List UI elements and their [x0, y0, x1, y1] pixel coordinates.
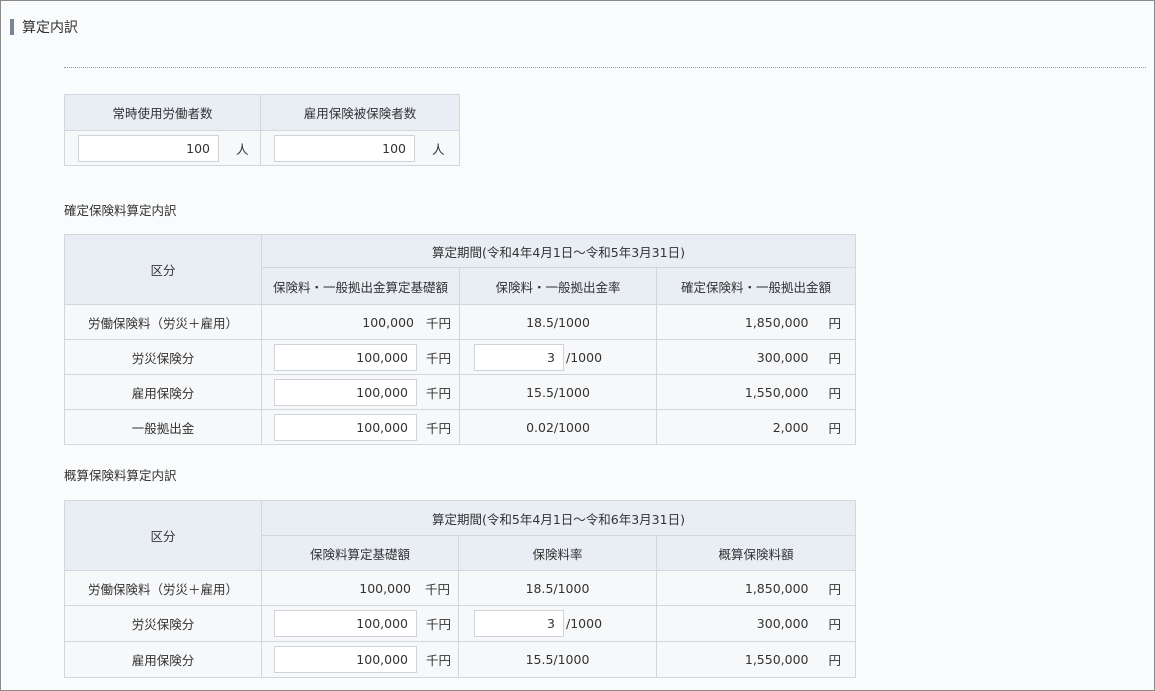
section-title: 算定内訳: [10, 18, 78, 36]
insured-workers-input[interactable]: 100: [274, 134, 415, 162]
row-label: 一般拠出金: [64, 409, 262, 445]
base-cell: 100,000 千円: [261, 409, 460, 445]
rate-suffix: /1000: [566, 616, 603, 631]
estimated-period-header: 算定期間(令和5年4月1日～令和6年3月31日): [260, 500, 857, 536]
workers-col1-cell: 100 人: [64, 130, 261, 166]
table-row: 一般拠出金 100,000 千円 0.02/1000 2,000 円: [64, 409, 857, 445]
row-label: 労働保険料（労災＋雇用）: [64, 570, 262, 606]
table-row: 労災保険分 100,000 千円 3 /1000 300,000 円: [64, 605, 857, 642]
amount-cell: 1,850,000 円: [655, 570, 857, 606]
workers-unit: 人: [432, 141, 445, 157]
regular-workers-input[interactable]: 100: [78, 134, 219, 162]
rate-value: 0.02/1000: [459, 409, 657, 445]
page-frame: 算定内訳 常時使用労働者数 雇用保険被保険者数 100 人 100 人 確定保険…: [0, 0, 1155, 691]
rate-cell: 3 /1000: [458, 605, 657, 642]
rate-value: 18.5/1000: [458, 570, 657, 606]
estimated-kubun-header: 区分: [64, 500, 262, 571]
amount-unit: 円: [828, 350, 842, 366]
base-input[interactable]: 100,000: [274, 610, 417, 637]
base-unit: 千円: [424, 581, 450, 597]
amount-unit: 円: [828, 315, 842, 331]
rate-input[interactable]: 3: [474, 343, 564, 371]
base-unit: 千円: [426, 653, 452, 668]
table-row: 労働保険料（労災＋雇用） 100,000 千円 18.5/1000 1,850,…: [64, 570, 857, 606]
base-cell: 100,000 千円: [261, 304, 460, 340]
table-row: 雇用保険分 100,000 千円 15.5/1000 1,550,000 円: [64, 641, 857, 678]
row-label: 雇用保険分: [64, 374, 262, 410]
base-unit: 千円: [426, 617, 452, 632]
estimated-amount-header: 概算保険料額: [655, 535, 857, 571]
rate-input[interactable]: 3: [474, 610, 564, 637]
confirmed-kubun-header: 区分: [64, 234, 262, 305]
confirmed-period-header: 算定期間(令和4年4月1日～令和5年3月31日): [260, 234, 857, 268]
workers-col2-cell: 100 人: [260, 130, 460, 166]
estimated-title: 概算保険料算定内訳: [64, 468, 177, 483]
rate-value: 15.5/1000: [459, 374, 657, 410]
amount-value: 1,550,000: [744, 652, 809, 667]
amount-value: 1,850,000: [744, 580, 809, 596]
rate-suffix: /1000: [566, 349, 603, 365]
base-cell: 100,000 千円: [261, 605, 459, 642]
base-unit: 千円: [425, 315, 451, 331]
base-cell: 100,000 千円: [261, 641, 459, 678]
amount-value: 300,000: [756, 349, 809, 365]
base-cell: 100,000 千円: [261, 374, 460, 410]
confirmed-title: 確定保険料算定内訳: [64, 203, 177, 218]
rate-value: 15.5/1000: [458, 641, 657, 678]
amount-unit: 円: [828, 420, 842, 436]
workers-col1-header: 常時使用労働者数: [64, 94, 261, 131]
amount-unit: 円: [828, 581, 842, 597]
base-input[interactable]: 100,000: [274, 646, 417, 673]
table-row: 労働保険料（労災＋雇用） 100,000 千円 18.5/1000 1,850,…: [64, 304, 857, 340]
rate-cell: 3 /1000: [459, 339, 657, 375]
amount-unit: 円: [828, 617, 842, 632]
base-value: 100,000: [359, 580, 411, 596]
section-title-bar: [10, 19, 14, 35]
amount-cell: 300,000 円: [655, 339, 857, 375]
amount-cell: 2,000 円: [655, 409, 857, 445]
base-unit: 千円: [426, 420, 452, 436]
confirmed-rate-header: 保険料・一般拠出金率: [459, 267, 657, 305]
row-label: 労災保険分: [64, 605, 262, 642]
amount-unit: 円: [828, 653, 842, 668]
workers-unit: 人: [236, 141, 249, 157]
base-cell: 100,000 千円: [261, 339, 460, 375]
base-cell: 100,000 千円: [261, 570, 459, 606]
base-value: 100,000: [362, 314, 414, 330]
row-label: 労働保険料（労災＋雇用）: [64, 304, 262, 340]
amount-cell: 1,850,000 円: [655, 304, 857, 340]
confirmed-table: 区分 算定期間(令和4年4月1日～令和5年3月31日) 保険料・一般拠出金算定基…: [64, 234, 857, 445]
workers-table: 常時使用労働者数 雇用保険被保険者数 100 人 100 人: [64, 94, 460, 166]
row-label: 雇用保険分: [64, 641, 262, 678]
table-row: 雇用保険分 100,000 千円 15.5/1000 1,550,000 円: [64, 374, 857, 410]
base-unit: 千円: [426, 350, 452, 366]
base-input[interactable]: 100,000: [274, 413, 417, 441]
confirmed-base-header: 保険料・一般拠出金算定基礎額: [261, 267, 460, 305]
estimated-table: 区分 算定期間(令和5年4月1日～令和6年3月31日) 保険料算定基礎額 保険料…: [64, 500, 857, 678]
amount-unit: 円: [828, 385, 842, 401]
workers-col2-header: 雇用保険被保険者数: [260, 94, 460, 131]
amount-value: 1,850,000: [744, 314, 809, 330]
dotted-divider: [64, 67, 1146, 68]
base-input[interactable]: 100,000: [274, 343, 417, 371]
amount-cell: 300,000 円: [655, 605, 857, 642]
table-row: 労災保険分 100,000 千円 3 /1000 300,000 円: [64, 339, 857, 375]
rate-value: 18.5/1000: [459, 304, 657, 340]
estimated-rate-header: 保険料率: [458, 535, 657, 571]
amount-value: 1,550,000: [744, 384, 809, 400]
amount-cell: 1,550,000 円: [655, 374, 857, 410]
section-title-text: 算定内訳: [22, 20, 78, 36]
base-unit: 千円: [426, 385, 452, 401]
base-input[interactable]: 100,000: [274, 378, 417, 406]
amount-cell: 1,550,000 円: [655, 641, 857, 678]
estimated-base-header: 保険料算定基礎額: [261, 535, 459, 571]
confirmed-amount-header: 確定保険料・一般拠出金額: [655, 267, 857, 305]
amount-value: 2,000: [772, 419, 809, 435]
row-label: 労災保険分: [64, 339, 262, 375]
amount-value: 300,000: [756, 616, 809, 631]
